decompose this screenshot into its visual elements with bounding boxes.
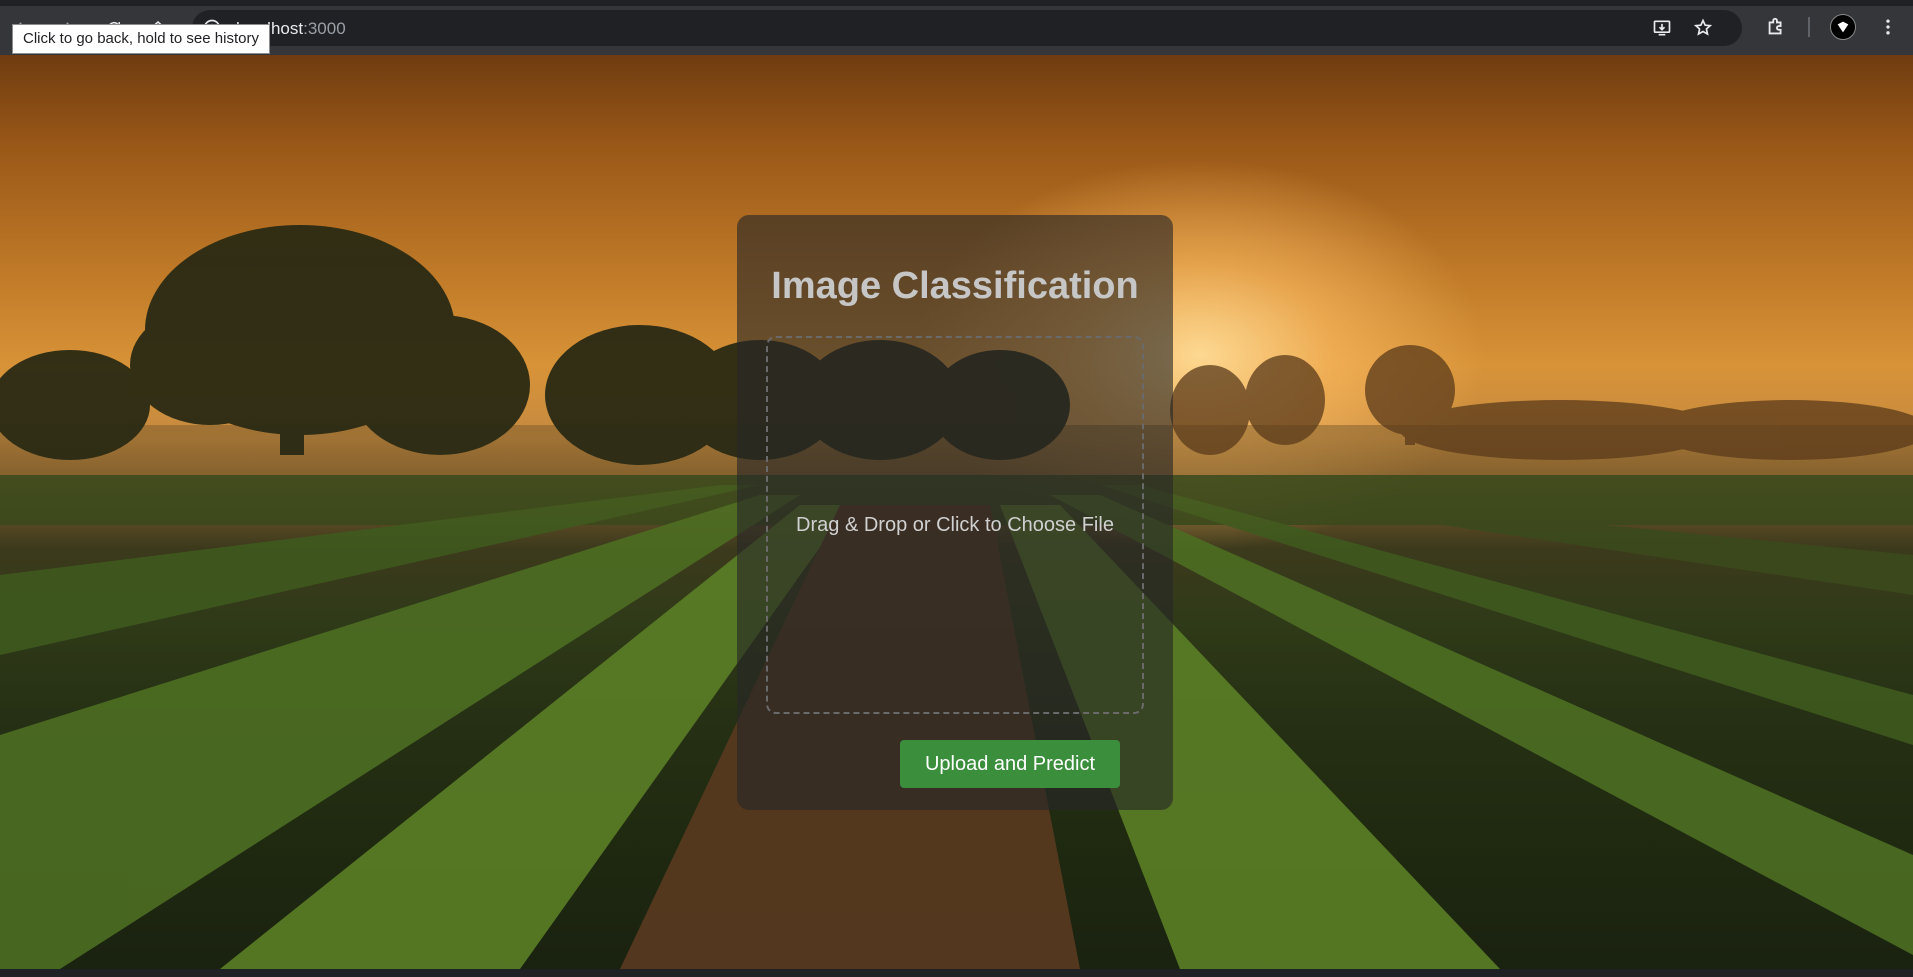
- dropzone-label: Drag & Drop or Click to Choose File: [796, 514, 1114, 536]
- kebab-menu-icon: [1886, 19, 1890, 35]
- address-bar[interactable]: localhost:3000: [192, 10, 1742, 46]
- profile-avatar[interactable]: [1830, 14, 1856, 40]
- extensions-button[interactable]: [1764, 15, 1788, 39]
- file-dropzone[interactable]: Drag & Drop or Click to Choose File: [766, 336, 1144, 714]
- page-title: Image Classification: [771, 265, 1139, 307]
- profile-logo-icon: [1837, 21, 1849, 33]
- page-viewport: Image Classification Drag & Drop or Clic…: [0, 55, 1913, 969]
- tab-strip: [0, 0, 1913, 6]
- classification-card: Image Classification Drag & Drop or Clic…: [737, 215, 1173, 810]
- window-bottom-edge: [0, 969, 1913, 977]
- install-app-icon[interactable]: [1652, 18, 1672, 38]
- puzzle-icon: [1768, 17, 1782, 35]
- browser-toolbar: localhost:3000: [0, 0, 1913, 55]
- bookmark-star-icon[interactable]: [1693, 18, 1713, 38]
- toolbar-divider: [1808, 17, 1810, 37]
- browser-menu-button[interactable]: [1876, 15, 1900, 39]
- upload-and-predict-button[interactable]: Upload and Predict: [900, 740, 1120, 788]
- back-button-tooltip: Click to go back, hold to see history: [12, 24, 270, 54]
